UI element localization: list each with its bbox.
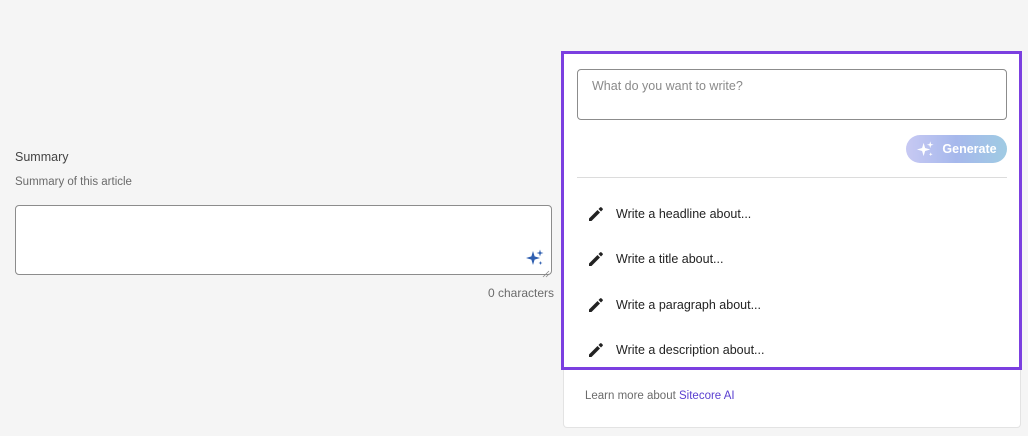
learn-more-prefix: Learn more about — [585, 390, 676, 402]
pencil-icon — [586, 295, 606, 315]
generate-button[interactable]: Generate — [906, 135, 1007, 163]
suggestion-label: Write a description about... — [616, 343, 765, 358]
summary-label: Summary — [15, 150, 69, 164]
pencil-icon — [586, 204, 606, 224]
summary-textarea-container[interactable] — [15, 205, 552, 278]
suggestion-label: Write a headline about... — [616, 206, 752, 221]
summary-textarea[interactable] — [16, 206, 551, 274]
generate-label: Generate — [942, 142, 997, 156]
suggestion-paragraph[interactable]: Write a paragraph about... — [564, 282, 1019, 328]
suggestion-label: Write a paragraph about... — [616, 297, 761, 312]
prompt-input[interactable] — [578, 70, 1006, 119]
character-count: 0 characters — [487, 286, 554, 300]
divider — [577, 177, 1007, 178]
pencil-icon — [586, 249, 606, 269]
resize-handle[interactable] — [542, 265, 550, 278]
suggestion-description[interactable]: Write a description about... — [564, 328, 1019, 374]
ai-writing-panel: Generate Write a headline about... Write… — [561, 51, 1022, 370]
suggestion-title[interactable]: Write a title about... — [564, 237, 1019, 283]
pencil-icon — [586, 340, 606, 360]
summary-hint: Summary of this article — [15, 176, 132, 188]
suggestion-label: Write a title about... — [616, 252, 724, 267]
sitecore-ai-link[interactable]: Sitecore AI — [679, 390, 735, 402]
sparkles-icon — [916, 140, 935, 159]
learn-more-text: Learn more about Sitecore AI — [585, 390, 735, 402]
suggestion-list: Write a headline about... Write a title … — [564, 191, 1019, 373]
suggestion-headline[interactable]: Write a headline about... — [564, 191, 1019, 237]
prompt-input-container[interactable] — [577, 69, 1007, 120]
